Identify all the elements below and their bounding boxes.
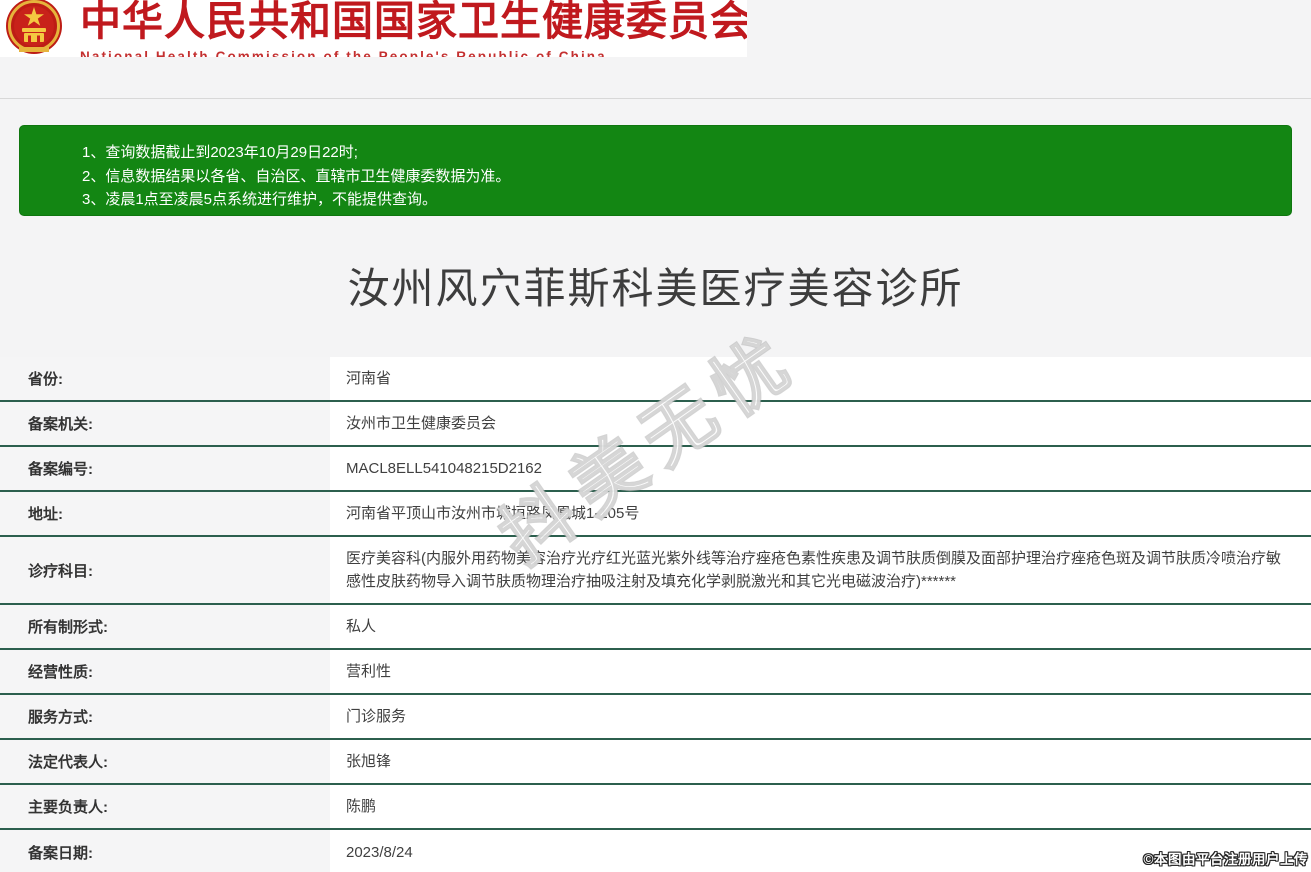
row-value: 2023/8/24 [330,830,1311,872]
row-value: 河南省平顶山市汝州市城垣路凤凰城1-105号 [330,492,1311,535]
notice-line-2: 2、信息数据结果以各省、自治区、直辖市卫生健康委数据为准。 [82,165,1271,189]
notice-box: 1、查询数据截止到2023年10月29日22时; 2、信息数据结果以各省、自治区… [19,125,1292,216]
table-row-address: 地址: 河南省平顶山市汝州市城垣路凤凰城1-105号 [0,492,1311,537]
notice-line-1: 1、查询数据截止到2023年10月29日22时; [82,141,1271,165]
row-label: 备案编号: [0,447,330,490]
row-label: 法定代表人: [0,740,330,783]
row-label: 主要负责人: [0,785,330,828]
header-titles: 中华人民共和国国家卫生健康委员会 National Health Commiss… [62,0,747,57]
row-value: 河南省 [330,357,1311,400]
site-title-english: National Health Commission of the People… [80,49,747,57]
page: 中华人民共和国国家卫生健康委员会 National Health Commiss… [0,0,1311,872]
table-row-person-in-charge: 主要负责人: 陈鹏 [0,785,1311,830]
table-row-ownership: 所有制形式: 私人 [0,605,1311,650]
page-title: 汝州风穴菲斯科美医疗美容诊所 [0,255,1311,316]
record-table: 省份: 河南省 备案机关: 汝州市卫生健康委员会 备案编号: MACL8ELL5… [0,357,1311,872]
row-label: 诊疗科目: [0,537,330,603]
row-label: 所有制形式: [0,605,330,648]
notice-line-3: 3、凌晨1点至凌晨5点系统进行维护，不能提供查询。 [82,188,1271,212]
header-divider [0,98,1311,99]
row-value: 营利性 [330,650,1311,693]
row-label: 地址: [0,492,330,535]
row-value: MACL8ELL541048215D2162 [330,447,1311,490]
table-row-business-nature: 经营性质: 营利性 [0,650,1311,695]
site-title-chinese: 中华人民共和国国家卫生健康委员会 [80,0,747,47]
top-section: 中华人民共和国国家卫生健康委员会 National Health Commiss… [0,0,1311,357]
row-value: 私人 [330,605,1311,648]
row-value: 医疗美容科(内服外用药物美容治疗光疗红光蓝光紫外线等治疗痤疮色素性疾患及调节肤质… [330,537,1311,603]
row-label: 经营性质: [0,650,330,693]
table-row-service-mode: 服务方式: 门诊服务 [0,695,1311,740]
row-value: 陈鹏 [330,785,1311,828]
table-row-province: 省份: 河南省 [0,357,1311,402]
national-emblem-icon [0,0,62,57]
site-header: 中华人民共和国国家卫生健康委员会 National Health Commiss… [0,0,747,57]
table-row-legal-representative: 法定代表人: 张旭锋 [0,740,1311,785]
row-value: 汝州市卫生健康委员会 [330,402,1311,445]
table-row-filing-date: 备案日期: 2023/8/24 [0,830,1311,872]
table-row-medical-subjects: 诊疗科目: 医疗美容科(内服外用药物美容治疗光疗红光蓝光紫外线等治疗痤疮色素性疾… [0,537,1311,605]
row-label: 备案日期: [0,830,330,872]
row-value: 门诊服务 [330,695,1311,738]
row-value: 张旭锋 [330,740,1311,783]
row-label: 备案机关: [0,402,330,445]
table-row-filing-number: 备案编号: MACL8ELL541048215D2162 [0,447,1311,492]
table-row-filing-authority: 备案机关: 汝州市卫生健康委员会 [0,402,1311,447]
row-label: 服务方式: [0,695,330,738]
row-label: 省份: [0,357,330,400]
